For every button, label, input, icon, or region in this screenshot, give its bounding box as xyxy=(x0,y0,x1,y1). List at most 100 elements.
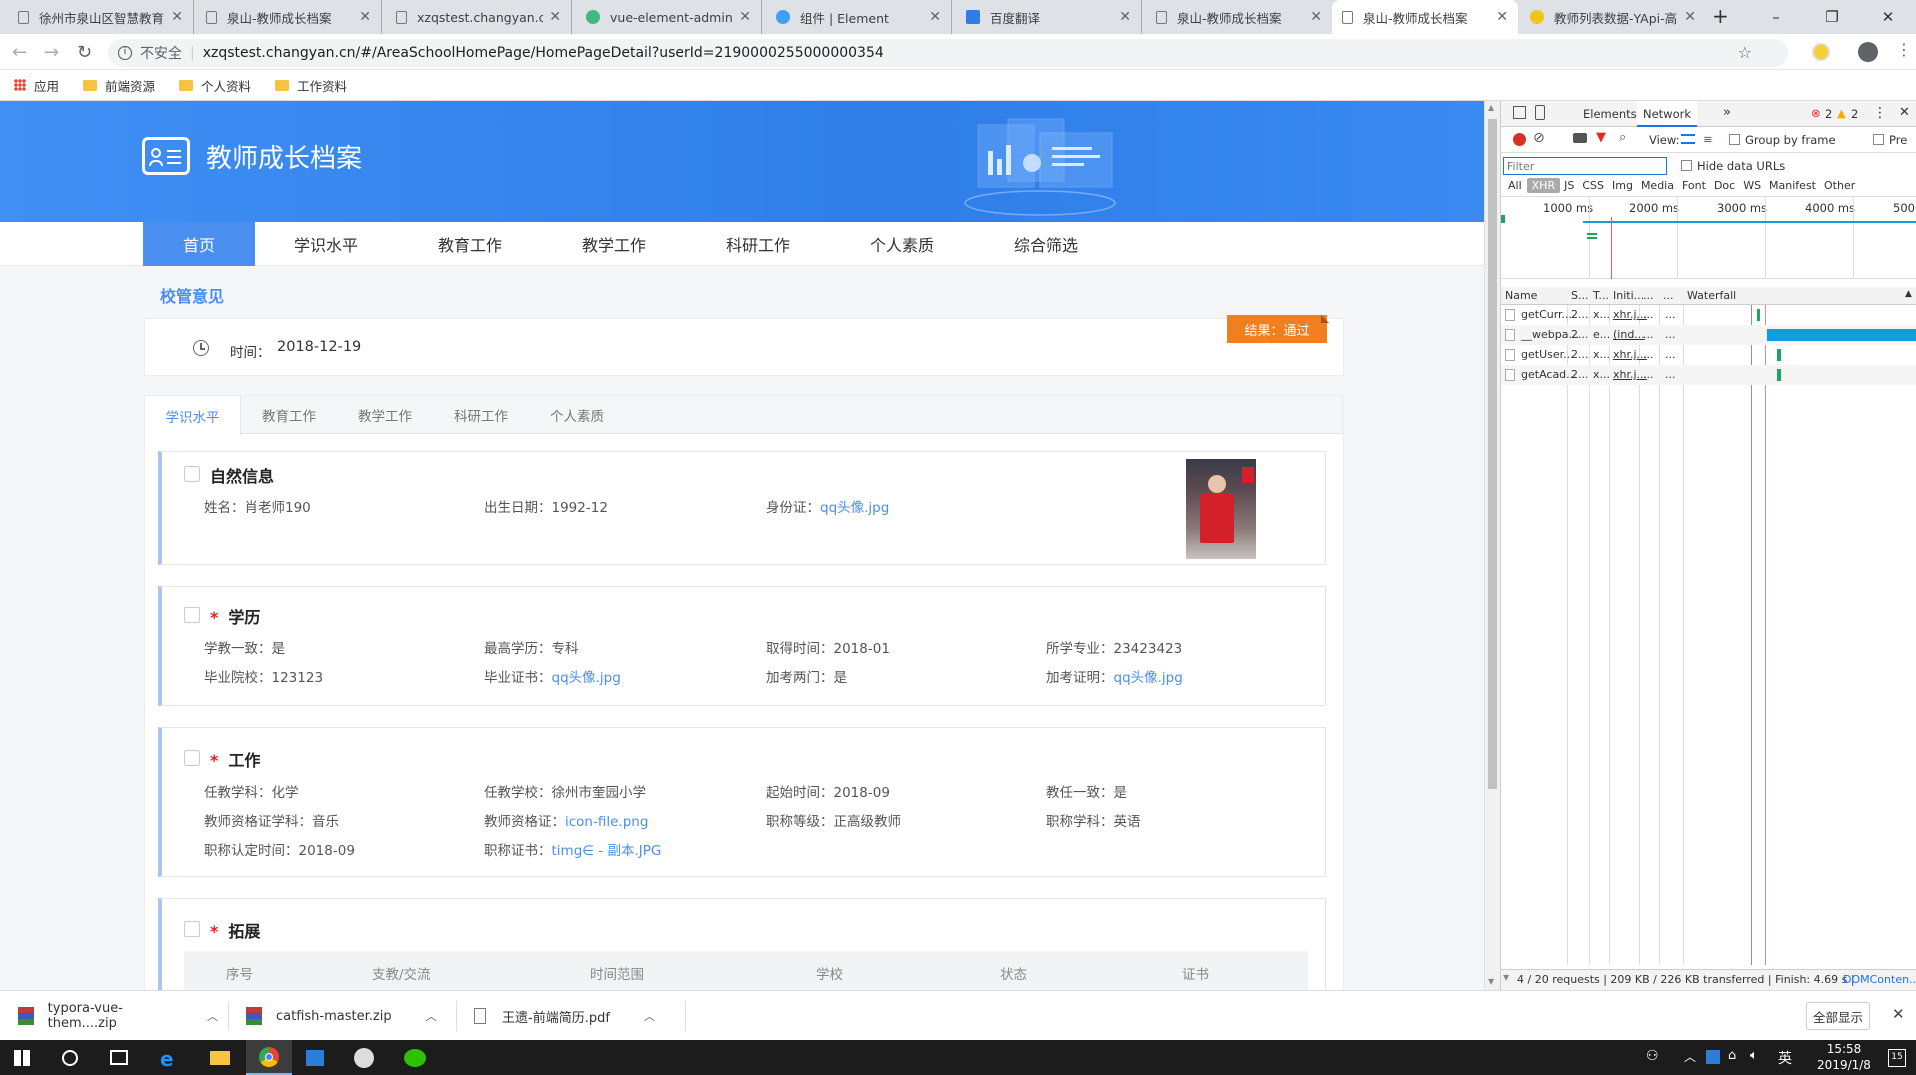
type-all[interactable]: All xyxy=(1503,178,1527,193)
download-item[interactable]: 王遗-前端简历.pdf ︿ xyxy=(474,991,674,1041)
ime-indicator[interactable]: 英 xyxy=(1778,1048,1792,1068)
type-other[interactable]: Other xyxy=(1820,178,1859,193)
col-time[interactable]: ... xyxy=(1663,289,1674,302)
network-icon[interactable]: ⌂ xyxy=(1728,1048,1736,1063)
bookmark-apps[interactable]: 应用 xyxy=(14,76,59,95)
browser-tab[interactable]: 百度翻译 ✕ xyxy=(956,0,1142,34)
page-scrollbar[interactable]: ▲ ▼ xyxy=(1484,101,1500,990)
request-initiator[interactable]: xhr.j... xyxy=(1613,308,1647,321)
nav-filter[interactable]: 综合筛选 xyxy=(990,222,1102,266)
clock-date[interactable]: 2019/1/8 xyxy=(1808,1058,1880,1072)
edge-icon[interactable]: e xyxy=(160,1047,174,1071)
browser-tab[interactable]: vue-element-admin ✕ xyxy=(576,0,762,34)
star-icon[interactable]: ☆ xyxy=(1738,43,1752,62)
group-frame-checkbox[interactable] xyxy=(1729,134,1740,145)
close-window-icon[interactable]: ✕ xyxy=(1860,0,1916,34)
chevron-up-icon[interactable]: ︿ xyxy=(207,1008,218,1024)
type-manifest[interactable]: Manifest xyxy=(1765,178,1820,193)
file-explorer-icon[interactable] xyxy=(210,1051,230,1065)
volume-icon[interactable]: 🔈︎ xyxy=(1750,1048,1758,1063)
nav-academic[interactable]: 学识水平 xyxy=(270,222,382,266)
scrollbar-thumb[interactable] xyxy=(1488,119,1497,789)
col-type[interactable]: T... xyxy=(1593,289,1609,302)
col-initiator[interactable]: Initi... xyxy=(1613,289,1644,302)
task-view-icon[interactable] xyxy=(110,1050,128,1065)
tab-academic[interactable]: 学识水平 xyxy=(145,396,241,435)
app-icon[interactable] xyxy=(306,1050,324,1066)
teacher-cert-file-link[interactable]: icon-file.png xyxy=(565,814,648,830)
info-icon[interactable]: i xyxy=(118,46,132,60)
tab-research-work[interactable]: 科研工作 xyxy=(433,396,529,434)
type-img[interactable]: Img xyxy=(1608,178,1637,193)
back-icon[interactable]: ← xyxy=(12,42,27,63)
clear-icon[interactable]: ⊘ xyxy=(1533,130,1545,146)
type-font[interactable]: Font xyxy=(1678,178,1710,193)
reload-icon[interactable]: ↻ xyxy=(77,42,92,63)
chevron-up-icon[interactable]: ︿ xyxy=(426,1008,437,1024)
tab-teaching-work[interactable]: 教学工作 xyxy=(337,396,433,434)
overview-timeline[interactable]: 1000 ms 2000 ms 3000 ms 4000 ms 5000 xyxy=(1501,197,1916,279)
windows-start-icon[interactable] xyxy=(14,1050,30,1066)
network-row[interactable]: getCurr... 2... x... xhr.j... ... ... xyxy=(1501,305,1916,325)
avatar-photo[interactable] xyxy=(1186,459,1256,559)
nav-personal-quality[interactable]: 个人素质 xyxy=(846,222,958,266)
tab-personal-quality[interactable]: 个人素质 xyxy=(529,396,625,434)
request-initiator[interactable]: xhr.j... xyxy=(1613,368,1647,381)
search-icon[interactable]: ⌕ xyxy=(1619,130,1626,145)
section-checkbox[interactable] xyxy=(184,750,200,766)
type-media[interactable]: Media xyxy=(1637,178,1678,193)
tray-chevron-icon[interactable]: ︿ xyxy=(1684,1048,1696,1065)
app-icon[interactable] xyxy=(354,1048,374,1068)
nav-research-work[interactable]: 科研工作 xyxy=(702,222,814,266)
show-all-button[interactable]: 全部显示 xyxy=(1806,1002,1870,1030)
record-icon[interactable] xyxy=(1513,133,1526,146)
bookmark-folder[interactable]: 工作资料 xyxy=(275,76,347,95)
more-tabs-icon[interactable]: » xyxy=(1723,105,1731,120)
waterfall-icon[interactable]: ≡ xyxy=(1703,132,1713,146)
close-tab-icon[interactable]: ✕ xyxy=(171,9,183,25)
request-initiator[interactable]: (ind... xyxy=(1613,328,1645,341)
bookmark-folder[interactable]: 前端资源 xyxy=(83,76,155,95)
close-tab-icon[interactable]: ✕ xyxy=(1684,9,1696,25)
download-item[interactable]: catfish-master.zip ︿ xyxy=(246,991,446,1041)
close-tab-icon[interactable]: ✕ xyxy=(929,9,941,25)
tray-app-icon[interactable] xyxy=(1706,1050,1720,1064)
browser-tab[interactable]: 组件 | Element ✕ xyxy=(766,0,952,34)
network-row[interactable]: getUser... 2... x... xhr.j... ... ... xyxy=(1501,345,1916,365)
devtools-menu-icon[interactable]: ⋮ xyxy=(1873,105,1887,121)
devtools-close-icon[interactable]: ✕ xyxy=(1899,105,1910,120)
extra-proof-file-link[interactable]: qq头像.jpg xyxy=(1114,670,1183,686)
omnibox[interactable]: i 不安全 | xzqstest.changyan.cn/#/AreaSchoo… xyxy=(108,39,1788,67)
close-tab-icon[interactable]: ✕ xyxy=(1119,9,1131,25)
col-waterfall[interactable]: Waterfall xyxy=(1687,289,1736,302)
filter-input[interactable] xyxy=(1503,157,1667,175)
minimize-icon[interactable]: – xyxy=(1748,0,1804,34)
people-icon[interactable]: ⚇ xyxy=(1646,1048,1659,1064)
tab-elements[interactable]: Elements xyxy=(1583,107,1637,121)
col-name[interactable]: Name xyxy=(1505,289,1537,302)
filter-icon[interactable]: ▼ xyxy=(1596,130,1606,145)
forward-icon[interactable]: → xyxy=(44,42,59,63)
profile-avatar-icon[interactable] xyxy=(1858,42,1878,62)
type-xhr[interactable]: XHR xyxy=(1526,178,1561,193)
browser-tab[interactable]: 徐州市泉山区智慧教育 ✕ xyxy=(8,0,194,34)
scroll-up-icon[interactable]: ▲ xyxy=(1488,103,1494,112)
section-checkbox[interactable] xyxy=(184,607,200,623)
nav-education-work[interactable]: 教育工作 xyxy=(414,222,526,266)
extension-icon[interactable] xyxy=(1812,43,1830,61)
chrome-taskbar-button[interactable] xyxy=(246,1040,292,1075)
request-initiator[interactable]: xhr.j... xyxy=(1613,348,1647,361)
close-tab-icon[interactable]: ✕ xyxy=(359,9,371,25)
hide-data-urls-checkbox[interactable] xyxy=(1681,160,1692,171)
col-status[interactable]: S... xyxy=(1571,289,1588,302)
scroll-down-icon[interactable]: ▼ xyxy=(1503,973,1509,982)
section-checkbox[interactable] xyxy=(184,466,200,482)
notification-badge[interactable]: 15 xyxy=(1888,1049,1906,1067)
close-download-bar-icon[interactable]: ✕ xyxy=(1892,1005,1905,1023)
diploma-file-link[interactable]: qq头像.jpg xyxy=(552,670,621,686)
nav-teaching-work[interactable]: 教学工作 xyxy=(558,222,670,266)
close-tab-icon[interactable]: ✕ xyxy=(1310,9,1322,25)
device-toggle-icon[interactable] xyxy=(1535,105,1545,120)
sort-icon[interactable]: ▲ xyxy=(1905,289,1912,299)
close-tab-icon[interactable]: ✕ xyxy=(549,9,561,25)
